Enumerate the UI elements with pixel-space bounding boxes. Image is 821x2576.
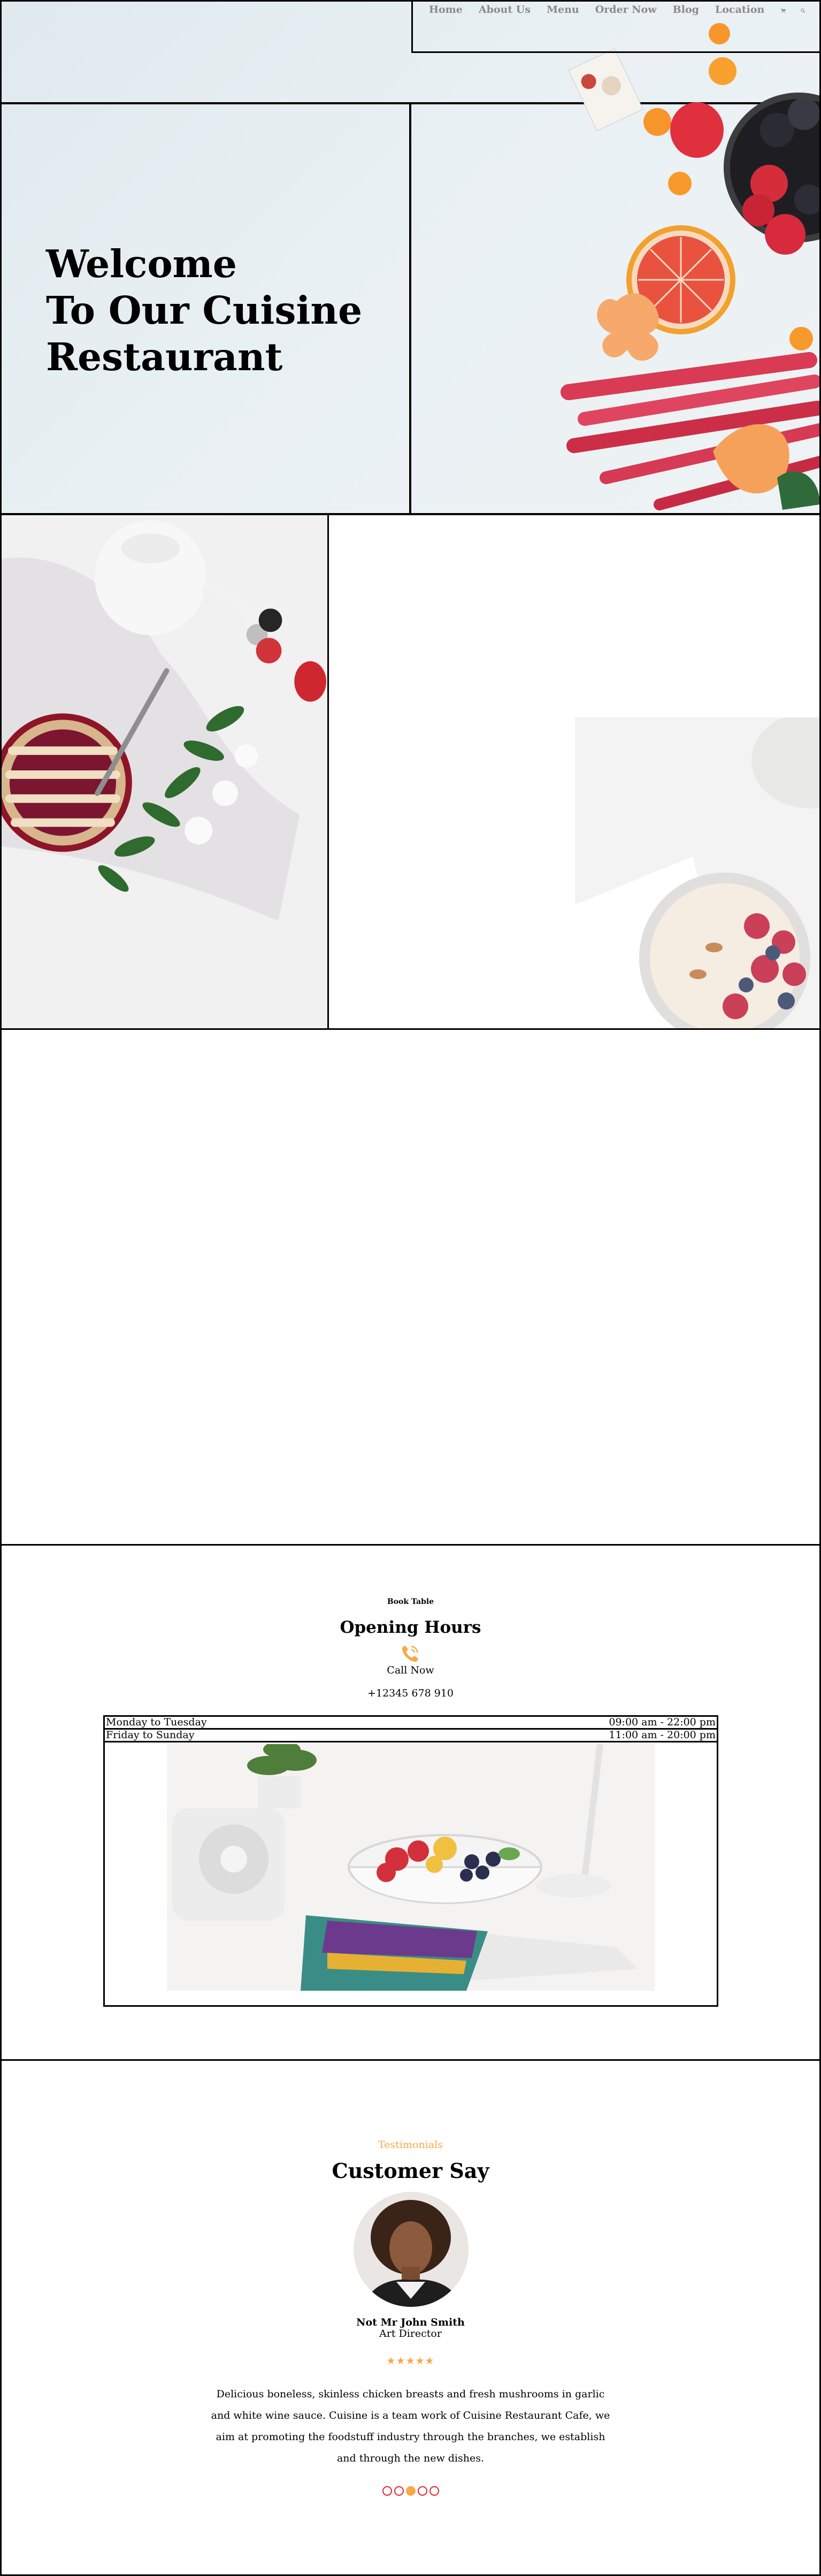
carousel-dot[interactable] (382, 2486, 392, 2496)
hero-title: Welcome To Our Cuisine Restaurant (46, 241, 363, 379)
carousel-dot[interactable] (429, 2486, 439, 2496)
customer-name: Not Mr John Smith (356, 2317, 465, 2328)
nav-location-link[interactable]: Location (715, 4, 764, 16)
main-navbar: Home About Us Menu Order Now Blog Locati… (411, 2, 819, 53)
hours-days: Monday to Tuesday (106, 1716, 207, 1728)
carousel-dot[interactable] (394, 2486, 404, 2496)
nav-blog-link[interactable]: Blog (673, 4, 699, 16)
rating-stars: ★★★★★ (386, 2355, 435, 2367)
nav-about-link[interactable]: About Us (479, 4, 531, 16)
opening-hours-title: Opening Hours (340, 1618, 481, 1637)
empty-section (0, 1028, 821, 1546)
hours-time: 11:00 am - 20:00 pm (609, 1729, 716, 1741)
opening-hours-table: Monday to Tuesday 09:00 am - 22:00 pm Fr… (103, 1715, 718, 2007)
gallery-section (0, 514, 821, 1030)
carousel-dot[interactable] (417, 2486, 427, 2496)
testimonials-section: Testimonials Customer Say Not Mr John Sm… (0, 2059, 821, 2576)
carousel-dot-active[interactable] (405, 2486, 416, 2496)
nav-home-link[interactable]: Home (429, 4, 463, 16)
phone-number: +12345 678 910 (367, 1687, 454, 1699)
hours-days: Friday to Sunday (106, 1729, 195, 1741)
testimonial-quote: Delicious boneless, skinless chicken bre… (211, 2388, 610, 2464)
pie-tea-image (2, 515, 329, 1028)
fruit-bowl-desk-image (167, 1744, 655, 1991)
cart-icon[interactable] (780, 5, 786, 17)
customer-say-title: Customer Say (332, 2159, 489, 2183)
customer-avatar (354, 2192, 469, 2307)
nav-order-link[interactable]: Order Now (595, 4, 657, 16)
oatmeal-bowl-image (575, 717, 819, 1028)
hours-row: Monday to Tuesday 09:00 am - 22:00 pm (105, 1717, 717, 1730)
book-table-section: Book Table Opening Hours Call Now +12345… (0, 1544, 821, 2061)
customer-role: Art Director (379, 2328, 442, 2340)
hours-row: Friday to Sunday 11:00 am - 20:00 pm (105, 1730, 717, 1742)
nav-menu-link[interactable]: Menu (547, 4, 579, 16)
book-table-eyebrow: Book Table (387, 1597, 434, 1606)
hero-food-image (561, 23, 819, 510)
hours-time: 09:00 am - 22:00 pm (609, 1716, 716, 1728)
hero-section: Home About Us Menu Order Now Blog Locati… (0, 0, 821, 515)
search-icon[interactable] (800, 5, 805, 17)
carousel-dots (2, 2486, 819, 2496)
call-now-link[interactable]: Call Now (2, 1664, 819, 1676)
phone-icon[interactable] (400, 1644, 420, 1664)
testimonials-eyebrow: Testimonials (378, 2139, 443, 2151)
hero-text-panel: Welcome To Our Cuisine Restaurant (2, 104, 411, 513)
